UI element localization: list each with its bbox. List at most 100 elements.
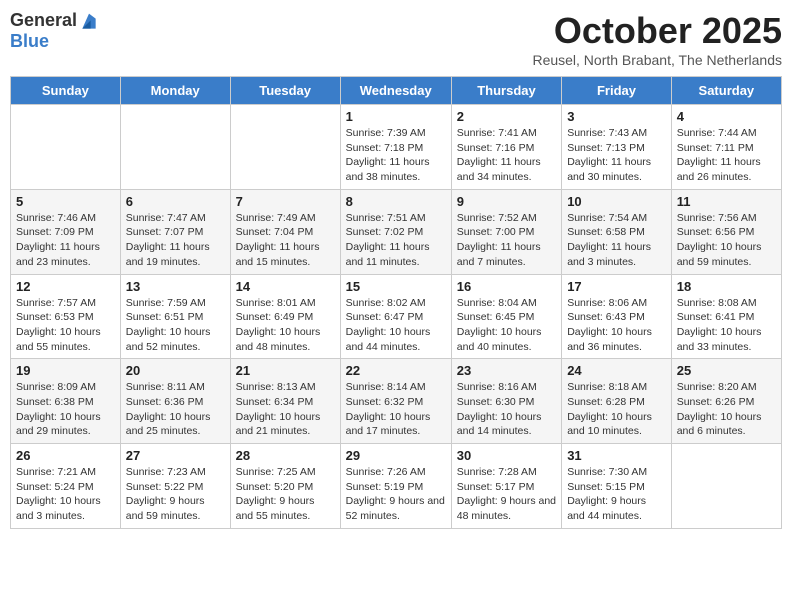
calendar-cell: 10 Sunrise: 7:54 AM Sunset: 6:58 PM Dayli… xyxy=(562,189,672,274)
day-info: Sunrise: 7:30 AM Sunset: 5:15 PM Dayligh… xyxy=(567,465,666,524)
calendar-cell: 23 Sunrise: 8:16 AM Sunset: 6:30 PM Dayli… xyxy=(451,359,561,444)
day-info: Sunrise: 8:16 AM Sunset: 6:30 PM Dayligh… xyxy=(457,380,556,439)
day-info: Sunrise: 8:11 AM Sunset: 6:36 PM Dayligh… xyxy=(126,380,225,439)
day-info: Sunrise: 7:49 AM Sunset: 7:04 PM Dayligh… xyxy=(236,211,335,270)
day-number: 23 xyxy=(457,363,556,378)
day-number: 1 xyxy=(346,109,446,124)
weekday-header-tuesday: Tuesday xyxy=(230,77,340,105)
calendar-cell: 9 Sunrise: 7:52 AM Sunset: 7:00 PM Daylig… xyxy=(451,189,561,274)
calendar-cell: 29Sunrise: 7:26 AM Sunset: 5:19 PM Dayli… xyxy=(340,444,451,529)
day-info: Sunrise: 7:21 AM Sunset: 5:24 PM Dayligh… xyxy=(16,465,115,524)
calendar-cell: 7Sunrise: 7:49 AM Sunset: 7:04 PM Daylig… xyxy=(230,189,340,274)
calendar-cell xyxy=(671,444,781,529)
calendar-cell: 8 Sunrise: 7:51 AM Sunset: 7:02 PM Daylig… xyxy=(340,189,451,274)
day-info: Sunrise: 7:56 AM Sunset: 6:56 PM Dayligh… xyxy=(677,211,776,270)
calendar-week-row: 19 Sunrise: 8:09 AM Sunset: 6:38 PM Dayli… xyxy=(11,359,782,444)
logo-icon xyxy=(79,12,99,32)
day-info: Sunrise: 7:59 AM Sunset: 6:51 PM Dayligh… xyxy=(126,296,225,355)
day-info: Sunrise: 7:44 AM Sunset: 7:11 PM Dayligh… xyxy=(677,126,776,185)
calendar-cell: 18 Sunrise: 8:08 AM Sunset: 6:41 PM Dayli… xyxy=(671,274,781,359)
weekday-header-sunday: Sunday xyxy=(11,77,121,105)
calendar-cell: 22 Sunrise: 8:14 AM Sunset: 6:32 PM Dayli… xyxy=(340,359,451,444)
day-info: Sunrise: 8:14 AM Sunset: 6:32 PM Dayligh… xyxy=(346,380,446,439)
calendar-cell: 31Sunrise: 7:30 AM Sunset: 5:15 PM Dayli… xyxy=(562,444,672,529)
calendar-week-row: 5 Sunrise: 7:46 AM Sunset: 7:09 PM Daylig… xyxy=(11,189,782,274)
weekday-header-saturday: Saturday xyxy=(671,77,781,105)
day-number: 3 xyxy=(567,109,666,124)
day-info: Sunrise: 8:06 AM Sunset: 6:43 PM Dayligh… xyxy=(567,296,666,355)
logo-general-text: General xyxy=(10,11,77,31)
day-number: 19 xyxy=(16,363,115,378)
calendar-cell: 11 Sunrise: 7:56 AM Sunset: 6:56 PM Dayli… xyxy=(671,189,781,274)
day-info: Sunrise: 7:52 AM Sunset: 7:00 PM Dayligh… xyxy=(457,211,556,270)
calendar-table: SundayMondayTuesdayWednesdayThursdayFrid… xyxy=(10,76,782,529)
day-number: 21 xyxy=(236,363,335,378)
month-title: October 2025 xyxy=(532,10,782,52)
calendar-cell: 28 Sunrise: 7:25 AM Sunset: 5:20 PM Dayli… xyxy=(230,444,340,529)
calendar-cell: 6 Sunrise: 7:47 AM Sunset: 7:07 PM Daylig… xyxy=(120,189,230,274)
day-info: Sunrise: 8:02 AM Sunset: 6:47 PM Dayligh… xyxy=(346,296,446,355)
day-info: Sunrise: 7:47 AM Sunset: 7:07 PM Dayligh… xyxy=(126,211,225,270)
day-info: Sunrise: 8:01 AM Sunset: 6:49 PM Dayligh… xyxy=(236,296,335,355)
calendar-cell xyxy=(11,105,121,190)
day-info: Sunrise: 8:08 AM Sunset: 6:41 PM Dayligh… xyxy=(677,296,776,355)
day-info: Sunrise: 7:25 AM Sunset: 5:20 PM Dayligh… xyxy=(236,465,335,524)
day-number: 25 xyxy=(677,363,776,378)
day-info: Sunrise: 8:09 AM Sunset: 6:38 PM Dayligh… xyxy=(16,380,115,439)
calendar-cell xyxy=(230,105,340,190)
day-info: Sunrise: 7:26 AM Sunset: 5:19 PM Dayligh… xyxy=(346,465,446,524)
weekday-header-wednesday: Wednesday xyxy=(340,77,451,105)
day-number: 4 xyxy=(677,109,776,124)
calendar-cell: 2 Sunrise: 7:41 AM Sunset: 7:16 PM Daylig… xyxy=(451,105,561,190)
day-info: Sunrise: 8:13 AM Sunset: 6:34 PM Dayligh… xyxy=(236,380,335,439)
calendar-cell: 17 Sunrise: 8:06 AM Sunset: 6:43 PM Dayli… xyxy=(562,274,672,359)
day-number: 14 xyxy=(236,279,335,294)
day-number: 10 xyxy=(567,194,666,209)
day-info: Sunrise: 8:18 AM Sunset: 6:28 PM Dayligh… xyxy=(567,380,666,439)
day-info: Sunrise: 7:51 AM Sunset: 7:02 PM Dayligh… xyxy=(346,211,446,270)
calendar-cell: 16Sunrise: 8:04 AM Sunset: 6:45 PM Dayli… xyxy=(451,274,561,359)
day-number: 13 xyxy=(126,279,225,294)
logo-blue-text: Blue xyxy=(10,32,99,52)
calendar-cell: 14 Sunrise: 8:01 AM Sunset: 6:49 PM Dayli… xyxy=(230,274,340,359)
day-info: Sunrise: 7:46 AM Sunset: 7:09 PM Dayligh… xyxy=(16,211,115,270)
day-number: 24 xyxy=(567,363,666,378)
title-area: October 2025 Reusel, North Brabant, The … xyxy=(532,10,782,68)
calendar-week-row: 26 Sunrise: 7:21 AM Sunset: 5:24 PM Dayli… xyxy=(11,444,782,529)
day-number: 12 xyxy=(16,279,115,294)
calendar-cell: 20Sunrise: 8:11 AM Sunset: 6:36 PM Dayli… xyxy=(120,359,230,444)
day-number: 26 xyxy=(16,448,115,463)
day-number: 28 xyxy=(236,448,335,463)
calendar-cell: 12Sunrise: 7:57 AM Sunset: 6:53 PM Dayli… xyxy=(11,274,121,359)
day-number: 2 xyxy=(457,109,556,124)
calendar-cell: 26 Sunrise: 7:21 AM Sunset: 5:24 PM Dayli… xyxy=(11,444,121,529)
day-number: 30 xyxy=(457,448,556,463)
day-number: 22 xyxy=(346,363,446,378)
calendar-cell: 30 Sunrise: 7:28 AM Sunset: 5:17 PM Dayli… xyxy=(451,444,561,529)
day-number: 18 xyxy=(677,279,776,294)
day-number: 27 xyxy=(126,448,225,463)
calendar-cell: 4 Sunrise: 7:44 AM Sunset: 7:11 PM Daylig… xyxy=(671,105,781,190)
logo: General Blue xyxy=(10,10,99,52)
day-number: 16 xyxy=(457,279,556,294)
day-info: Sunrise: 7:39 AM Sunset: 7:18 PM Dayligh… xyxy=(346,126,446,185)
day-number: 6 xyxy=(126,194,225,209)
calendar-cell: 3Sunrise: 7:43 AM Sunset: 7:13 PM Daylig… xyxy=(562,105,672,190)
weekday-header-monday: Monday xyxy=(120,77,230,105)
calendar-week-row: 12Sunrise: 7:57 AM Sunset: 6:53 PM Dayli… xyxy=(11,274,782,359)
calendar-cell: 1 Sunrise: 7:39 AM Sunset: 7:18 PM Daylig… xyxy=(340,105,451,190)
day-number: 17 xyxy=(567,279,666,294)
calendar-cell: 21 Sunrise: 8:13 AM Sunset: 6:34 PM Dayli… xyxy=(230,359,340,444)
page-header: General Blue October 2025 Reusel, North … xyxy=(10,10,782,68)
day-number: 5 xyxy=(16,194,115,209)
day-info: Sunrise: 7:28 AM Sunset: 5:17 PM Dayligh… xyxy=(457,465,556,524)
day-number: 9 xyxy=(457,194,556,209)
day-number: 8 xyxy=(346,194,446,209)
day-info: Sunrise: 7:54 AM Sunset: 6:58 PM Dayligh… xyxy=(567,211,666,270)
day-info: Sunrise: 7:41 AM Sunset: 7:16 PM Dayligh… xyxy=(457,126,556,185)
day-info: Sunrise: 7:23 AM Sunset: 5:22 PM Dayligh… xyxy=(126,465,225,524)
weekday-header-thursday: Thursday xyxy=(451,77,561,105)
location-subtitle: Reusel, North Brabant, The Netherlands xyxy=(532,52,782,68)
day-number: 11 xyxy=(677,194,776,209)
calendar-cell: 5 Sunrise: 7:46 AM Sunset: 7:09 PM Daylig… xyxy=(11,189,121,274)
